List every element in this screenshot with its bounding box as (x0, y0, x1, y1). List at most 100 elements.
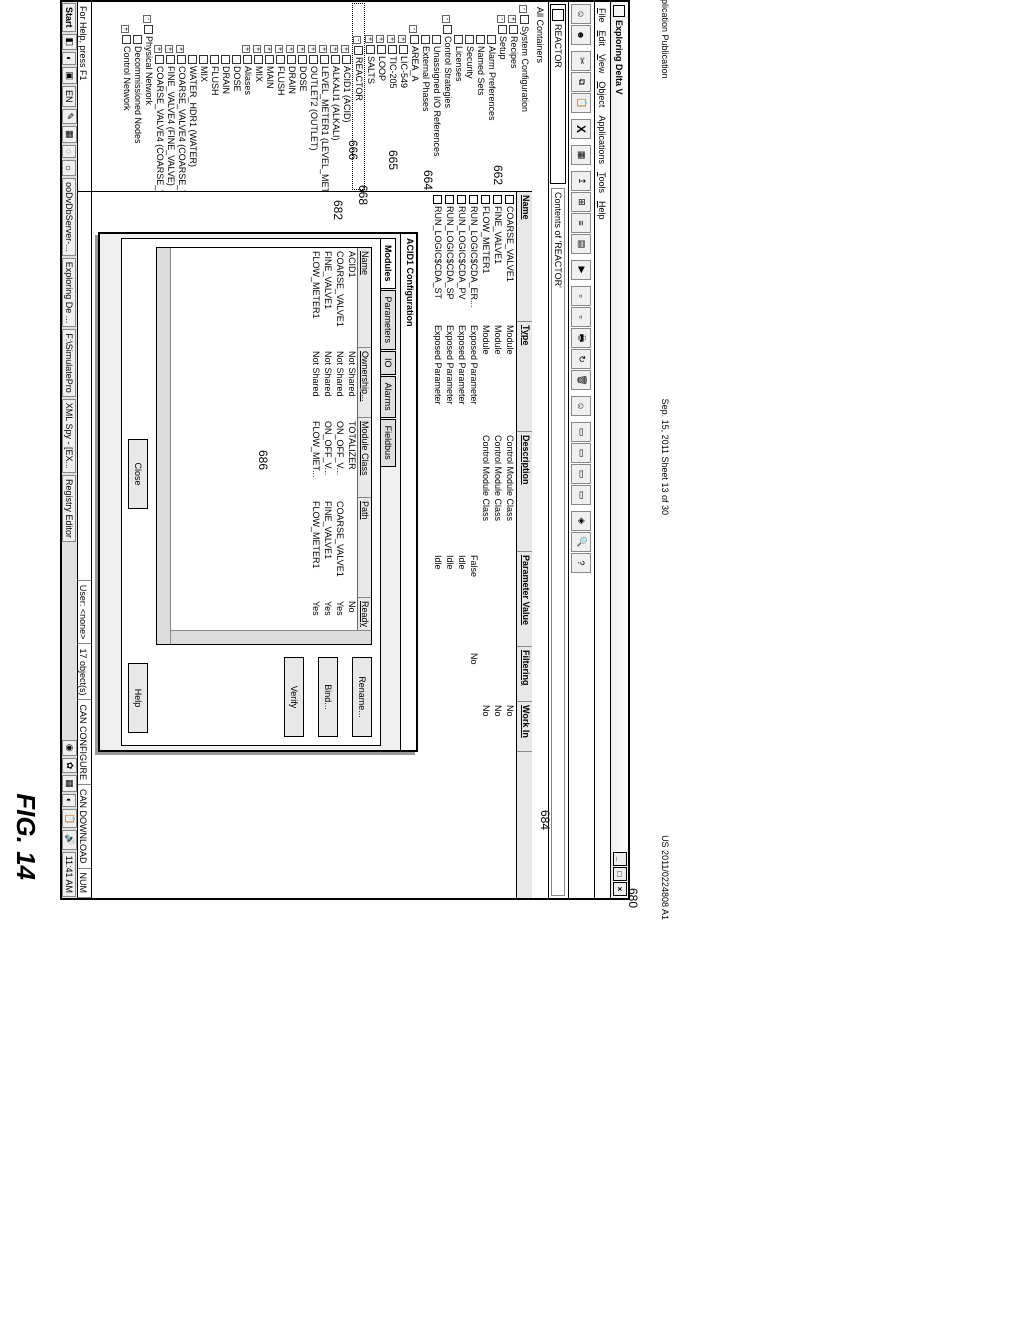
tree-node[interactable]: -System Configuration (519, 3, 530, 190)
tree-node[interactable]: Alarm Preferences (486, 3, 497, 190)
tray-icon-5[interactable]: 📋 (62, 809, 77, 828)
up-icon[interactable]: ↥ (572, 171, 592, 191)
col-desc[interactable]: Description (517, 432, 532, 552)
cut-icon[interactable]: ✂ (572, 51, 592, 71)
tree-node[interactable]: +FLUSH (275, 3, 286, 190)
list-row[interactable]: RUN_LOGIC$CDA_STExposed ParameterIdle (432, 192, 444, 898)
minimize-button[interactable]: _ (613, 852, 627, 866)
tree-pane[interactable]: -System Configuration+Recipes-SetupAlarm… (62, 2, 532, 192)
tab-parameters[interactable]: Parameters (381, 290, 396, 351)
tree-node[interactable]: +ALKALI1 (ALKALI) (330, 3, 341, 190)
col-name[interactable]: Name (517, 192, 532, 322)
dcol-ready[interactable]: Ready (358, 598, 371, 633)
close-button[interactable]: Close (128, 439, 148, 509)
col-type[interactable]: Type (517, 322, 532, 432)
maximize-button[interactable]: □ (613, 867, 627, 881)
task-icon-3[interactable]: ▣ (62, 67, 77, 84)
user-group-icon[interactable]: ☺ (572, 396, 592, 416)
list-row[interactable]: FLOW_METER1ModuleControl Module ClassNo (480, 192, 492, 898)
tree-node[interactable]: External Phases (420, 3, 431, 190)
dcol-mclass[interactable]: Module Class (358, 418, 371, 498)
list-row[interactable]: RUN_LOGIC$CDA_ER...Exposed ParameterFals… (468, 192, 480, 898)
menu-file[interactable]: File (597, 5, 609, 26)
taskbar-item[interactable]: F:\SimulatePro (63, 329, 77, 397)
dialog-help-button[interactable]: Help (128, 663, 148, 733)
tree-node[interactable]: +DOSE (297, 3, 308, 190)
book-icon[interactable]: ◈ (572, 511, 592, 531)
tree-node[interactable]: +OUTLET2 (OUTLET) (308, 3, 319, 190)
monitor3-icon[interactable]: ▭ (572, 464, 592, 484)
monitor1-icon[interactable]: ▭ (572, 422, 592, 442)
tree-node[interactable]: +LEVEL_METER1 (LEVEL_METER) (319, 3, 330, 190)
monitor2-icon[interactable]: ▭ (572, 443, 592, 463)
taskbar-item[interactable]: XML Spy - [EX... (63, 399, 77, 473)
dcol-owner[interactable]: Ownership... (358, 348, 371, 418)
col-work[interactable]: Work In (517, 702, 532, 752)
tray-icon-4[interactable]: ◐ (63, 794, 77, 807)
taskbar-item[interactable]: Registry Editor (63, 475, 77, 542)
dialog-row[interactable]: FLOW_METER1Not SharedFLOW_MET...FLOW_MET… (309, 248, 321, 644)
detail-icon[interactable]: ▤ (572, 234, 592, 254)
tree-node[interactable]: -Control Strategies (442, 3, 453, 190)
tree-node[interactable]: +Control Network (121, 3, 132, 190)
list-row[interactable]: COARSE_VALVE1ModuleControl Module ClassN… (504, 192, 516, 898)
task-icon-6[interactable]: ◌ (63, 145, 77, 158)
monitor4-icon[interactable]: ▭ (572, 485, 592, 505)
tree-node[interactable]: WATER_HDR1 (WATER) (187, 3, 198, 190)
help-icon[interactable]: ? (572, 553, 592, 573)
run-icon[interactable]: ▶ (572, 260, 592, 280)
tree-node[interactable]: Unassigned I/O References (431, 3, 442, 190)
taskbar-item[interactable]: Exploring De ... (63, 258, 77, 328)
nav-dropdown[interactable]: REACTOR (551, 4, 567, 184)
col-filt[interactable]: Filtering (517, 647, 532, 702)
tab-io[interactable]: IO (381, 351, 396, 375)
tree-node[interactable]: +SALTS (365, 3, 376, 190)
dialog-scrollbar-v[interactable] (157, 630, 371, 644)
tray-icon-6[interactable]: 🔊 (62, 830, 77, 849)
menu-applications[interactable]: Applications (597, 112, 609, 167)
dialog-row[interactable]: ACID1Not SharedTOTALIZERNo (345, 248, 357, 644)
col-pval[interactable]: Parameter Value (517, 552, 532, 647)
paste-icon[interactable]: 📋 (572, 93, 592, 113)
tree-icon[interactable]: ⊞ (572, 192, 592, 212)
menu-edit[interactable]: Edit (597, 28, 609, 50)
tree-node[interactable]: +COARSE_VALVE4 (COARSE_V (176, 3, 187, 190)
task-icon-2[interactable]: ◐ (63, 52, 77, 65)
list-row[interactable]: RUN_LOGIC$CDA_PVExposed ParameterIdle (456, 192, 468, 898)
task-icon-4[interactable]: ✎ (62, 109, 77, 125)
tool-user-icon[interactable]: ☺ (572, 4, 592, 24)
trash-icon[interactable]: 🗑 (572, 370, 592, 390)
tray-icon-1[interactable]: ◉ (62, 740, 77, 756)
tree-node[interactable]: -Setup (497, 3, 508, 190)
menu-object[interactable]: Object (597, 78, 609, 110)
tree-node[interactable]: +DRAIN (286, 3, 297, 190)
tab-alarms[interactable]: Alarms (381, 376, 396, 418)
tree-node[interactable]: DRAIN (220, 3, 231, 190)
tree-node[interactable]: +ACID1 (ACID) (341, 3, 352, 190)
tab-fieldbus[interactable]: Fieldbus (381, 419, 396, 467)
verify-button[interactable]: Verify (284, 657, 304, 737)
tree-node[interactable]: +MIX (253, 3, 264, 190)
tree-node[interactable]: +COARSE_VALVE4 (COARSE_VALVE) (154, 3, 165, 190)
tab-modules[interactable]: Modules (381, 238, 396, 289)
tray-icon-2[interactable]: ✿ (62, 758, 77, 774)
tree-node[interactable]: Security (464, 3, 475, 190)
doc2-icon[interactable]: ▫ (572, 307, 592, 327)
dcol-name[interactable]: Name (358, 248, 371, 348)
list-icon[interactable]: ≡ (572, 213, 592, 233)
tray-icon-3[interactable]: ▦ (62, 775, 77, 792)
taskbar-item[interactable]: ooDvDbServer-... (63, 178, 77, 256)
dcol-path[interactable]: Path (358, 498, 371, 598)
tree-node[interactable]: Named Sets (475, 3, 486, 190)
properties-icon[interactable]: ▦ (572, 145, 592, 165)
start-button[interactable]: Start (63, 3, 77, 32)
tree-node[interactable]: Licenses (453, 3, 464, 190)
tree-node[interactable]: +Recipes (508, 3, 519, 190)
dialog-scrollbar-h[interactable] (157, 248, 171, 644)
tree-node[interactable]: -Physical Network (143, 3, 154, 190)
task-lang[interactable]: EN (63, 86, 77, 107)
bind-button[interactable]: Bind... (318, 657, 338, 737)
search-icon[interactable]: 🔍 (572, 532, 592, 552)
tree-node[interactable]: -AREA_A (409, 3, 420, 190)
tree-node[interactable]: +Aliases (242, 3, 253, 190)
